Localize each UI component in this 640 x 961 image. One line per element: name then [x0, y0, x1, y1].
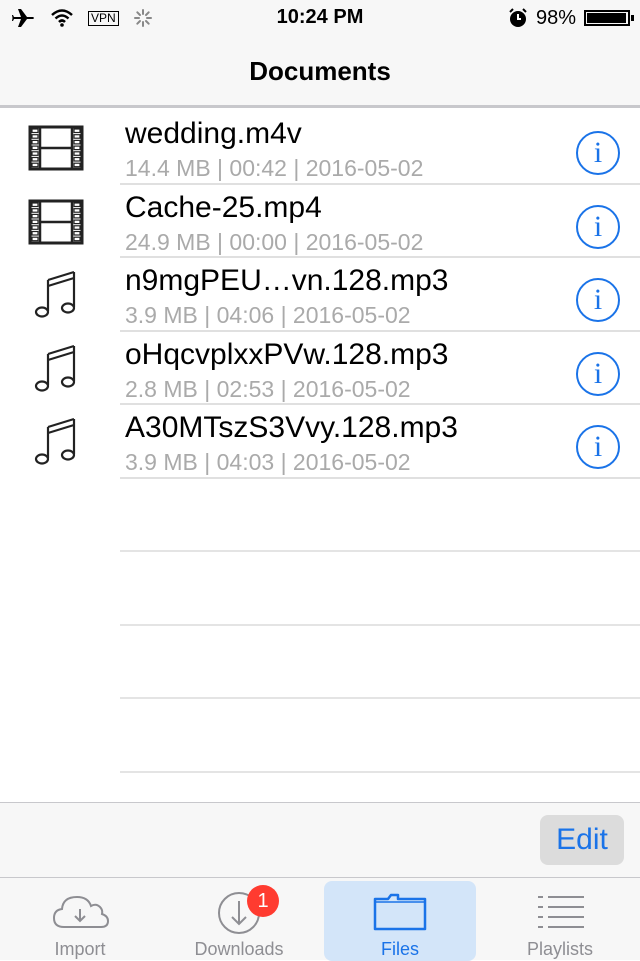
empty-row [0, 479, 640, 552]
tab-playlists[interactable]: Playlists [484, 881, 636, 961]
music-note-icon [26, 344, 86, 394]
row-separator [120, 770, 640, 773]
film-icon [26, 197, 86, 247]
info-button[interactable]: i [576, 425, 620, 469]
file-list: wedding.m4v 14.4 MB | 00:42 | 2016-05-02 i… [0, 111, 640, 802]
battery-percent: 98% [535, 6, 576, 29]
file-meta: 14.4 MB | 00:42 | 2016-05-02 [125, 155, 424, 181]
file-row[interactable]: Cache-25.mp4 24.9 MB | 00:00 | 2016-05-02… [0, 185, 640, 258]
file-name: n9mgPEU…vn.128.mp3 [125, 264, 449, 297]
tab-label: Downloads [194, 939, 284, 959]
tab-label: Playlists [526, 939, 593, 959]
music-note-icon [26, 417, 86, 467]
bottom-toolbar: Edit [0, 802, 640, 877]
file-row[interactable]: oHqcvplxxPVw.128.mp3 2.8 MB | 02:53 | 201… [0, 332, 640, 405]
tab-label: Files [380, 939, 419, 959]
info-button[interactable]: i [576, 204, 620, 249]
file-meta: 24.9 MB | 00:00 | 2016-05-02 [125, 228, 424, 255]
file-meta: 3.9 MB | 04:06 | 2016-05-02 [125, 302, 411, 328]
tab-label: Import [54, 939, 106, 959]
alarm-icon [509, 8, 527, 27]
file-meta: 2.8 MB | 02:53 | 2016-05-02 [125, 375, 411, 402]
folder-icon [373, 893, 427, 931]
downloads-badge: 1 [247, 885, 279, 917]
file-row[interactable]: n9mgPEU…vn.128.mp3 3.9 MB | 04:06 | 2016-… [0, 258, 640, 332]
page-title: Documents [249, 56, 391, 86]
file-name: wedding.m4v [125, 117, 302, 150]
info-button[interactable]: i [576, 131, 620, 175]
file-meta: 3.9 MB | 04:03 | 2016-05-02 [125, 449, 411, 475]
file-name: oHqcvplxxPVw.128.mp3 [125, 337, 449, 371]
battery-icon [584, 10, 634, 26]
tab-files[interactable]: Files [324, 881, 476, 961]
film-icon [26, 123, 86, 173]
tab-bar: Import 1 Downloads Files Playlists [0, 877, 640, 961]
info-button[interactable]: i [576, 278, 620, 322]
navigation-bar: Documents [0, 36, 640, 108]
file-name: Cache-25.mp4 [125, 190, 322, 224]
empty-row [0, 626, 640, 699]
status-bar: VPN 10:24 PM 98% [0, 0, 640, 36]
battery-fill [587, 13, 627, 23]
empty-row [0, 552, 640, 626]
edit-button[interactable]: Edit [540, 815, 624, 865]
file-row[interactable]: A30MTszS3Vvy.128.mp3 3.9 MB | 04:03 | 201… [0, 405, 640, 479]
info-button[interactable]: i [576, 351, 620, 396]
file-name: A30MTszS3Vvy.128.mp3 [125, 411, 458, 444]
list-icon [538, 896, 584, 928]
empty-row [0, 699, 640, 773]
tab-import[interactable]: Import [4, 881, 156, 961]
cloud-download-icon [52, 895, 110, 928]
file-row[interactable]: wedding.m4v 14.4 MB | 00:42 | 2016-05-02 i [0, 111, 640, 185]
tab-downloads[interactable]: 1 Downloads [163, 881, 315, 961]
music-note-icon [26, 270, 86, 320]
